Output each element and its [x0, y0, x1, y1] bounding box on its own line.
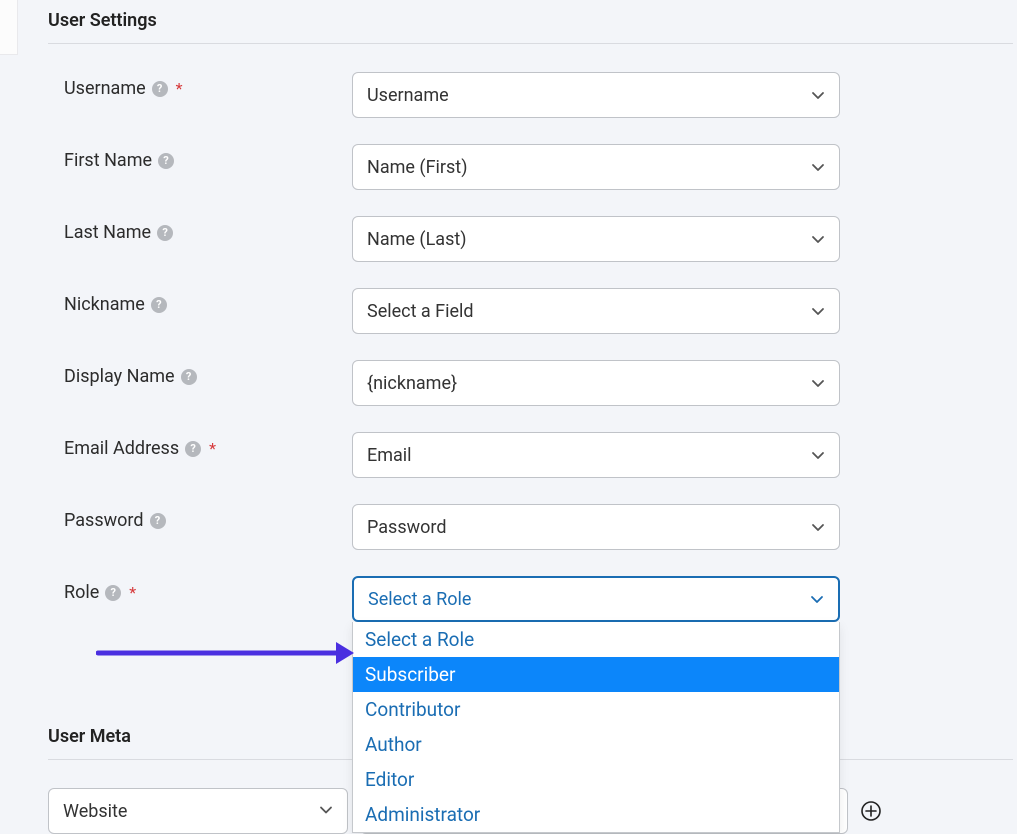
role-option[interactable]: Editor — [353, 762, 839, 797]
required-star: * — [209, 439, 216, 458]
help-icon[interactable]: ? — [151, 297, 167, 313]
row-email: Email Address ? * Email — [48, 432, 1013, 478]
chevron-down-icon — [811, 520, 825, 534]
row-nickname: Nickname ? Select a Field — [48, 288, 1013, 334]
chevron-down-icon — [811, 304, 825, 318]
label-text: Email Address — [64, 438, 179, 459]
field-email: Email — [352, 432, 840, 478]
add-meta-button[interactable] — [860, 800, 882, 822]
row-role: Role ? * Select a Role Select a RoleSubs… — [48, 576, 1013, 622]
select-value: Name (First) — [367, 157, 467, 178]
help-icon[interactable]: ? — [150, 513, 166, 529]
field-nickname: Select a Field — [352, 288, 840, 334]
display-name-select[interactable]: {nickname} — [352, 360, 840, 406]
help-icon[interactable]: ? — [181, 369, 197, 385]
label-first-name: First Name ? — [48, 144, 352, 171]
row-display-name: Display Name ? {nickname} — [48, 360, 1013, 406]
chevron-down-icon — [319, 801, 333, 822]
page: User Settings Username ? * Username Firs… — [0, 0, 1017, 834]
select-value: Email — [367, 445, 412, 466]
required-star: * — [129, 583, 136, 602]
label-text: Username — [64, 78, 146, 99]
role-option[interactable]: Author — [353, 727, 839, 762]
chevron-down-icon — [811, 448, 825, 462]
help-icon[interactable]: ? — [105, 585, 121, 601]
chevron-down-icon — [811, 232, 825, 246]
label-nickname: Nickname ? — [48, 288, 352, 315]
role-option[interactable]: Select a Role — [353, 622, 839, 657]
chevron-down-icon — [811, 88, 825, 102]
select-value: {nickname} — [367, 373, 457, 394]
container: User Settings Username ? * Username Firs… — [48, 6, 1013, 834]
password-select[interactable]: Password — [352, 504, 840, 550]
row-last-name: Last Name ? Name (Last) — [48, 216, 1013, 262]
nickname-select[interactable]: Select a Field — [352, 288, 840, 334]
field-display-name: {nickname} — [352, 360, 840, 406]
required-star: * — [176, 79, 183, 98]
select-value: Select a Role — [368, 589, 471, 610]
help-icon[interactable]: ? — [157, 225, 173, 241]
help-icon[interactable]: ? — [152, 81, 168, 97]
label-last-name: Last Name ? — [48, 216, 352, 243]
select-value: Website — [63, 801, 127, 822]
row-password: Password ? Password — [48, 504, 1013, 550]
field-last-name: Name (Last) — [352, 216, 840, 262]
field-role: Select a Role Select a RoleSubscriberCon… — [352, 576, 840, 622]
label-text: Last Name — [64, 222, 151, 243]
select-value: Select a Field — [367, 301, 474, 322]
role-select[interactable]: Select a Role — [352, 576, 840, 622]
meta-key-select[interactable]: Website — [48, 788, 348, 834]
label-username: Username ? * — [48, 72, 352, 99]
email-select[interactable]: Email — [352, 432, 840, 478]
first-name-select[interactable]: Name (First) — [352, 144, 840, 190]
label-role: Role ? * — [48, 576, 352, 603]
help-icon[interactable]: ? — [185, 441, 201, 457]
username-select[interactable]: Username — [352, 72, 840, 118]
role-option[interactable]: Administrator — [353, 797, 839, 832]
field-password: Password — [352, 504, 840, 550]
select-value: Password — [367, 517, 447, 538]
select-value: Name (Last) — [367, 229, 467, 250]
row-username: Username ? * Username — [48, 72, 1013, 118]
label-password: Password ? — [48, 504, 352, 531]
help-icon[interactable]: ? — [158, 153, 174, 169]
label-email: Email Address ? * — [48, 432, 352, 459]
label-text: Password — [64, 510, 144, 531]
field-first-name: Name (First) — [352, 144, 840, 190]
role-option[interactable]: Subscriber — [353, 657, 839, 692]
last-name-select[interactable]: Name (Last) — [352, 216, 840, 262]
role-dropdown: Select a RoleSubscriberContributorAuthor… — [352, 622, 840, 833]
chevron-down-icon — [811, 376, 825, 390]
field-username: Username — [352, 72, 840, 118]
label-text: First Name — [64, 150, 152, 171]
label-text: Display Name — [64, 366, 175, 387]
left-strip — [0, 0, 18, 55]
select-value: Username — [367, 85, 449, 106]
chevron-down-icon — [811, 160, 825, 174]
section-title-user-settings: User Settings — [48, 6, 1013, 44]
label-display-name: Display Name ? — [48, 360, 352, 387]
label-text: Role — [64, 582, 99, 603]
role-option[interactable]: Contributor — [353, 692, 839, 727]
label-text: Nickname — [64, 294, 145, 315]
row-first-name: First Name ? Name (First) — [48, 144, 1013, 190]
chevron-down-icon — [810, 592, 824, 606]
